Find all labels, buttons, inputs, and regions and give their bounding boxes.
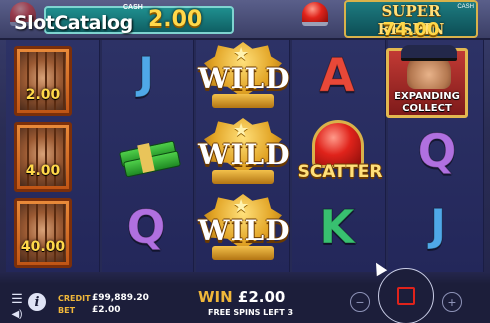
win-label: WIN [198, 288, 233, 306]
super-respin-cash-tag: CASH [457, 4, 474, 10]
top-bar: 2.00 SlotCatalog CASH SUPER RESPIN CASH … [0, 0, 490, 40]
wild-label: WILD [198, 138, 291, 171]
win-display: WIN £2.00 [198, 288, 285, 306]
super-respin-panel: SUPER RESPIN CASH 74.00 [344, 0, 478, 40]
bet-value: £2.00 [92, 305, 121, 315]
watermark-cash-tag: CASH [123, 4, 143, 11]
stop-icon [397, 287, 415, 305]
wild-label: WILD [198, 62, 291, 95]
siren-icon [302, 2, 328, 26]
wild-symbol: ★ WILD [198, 116, 291, 192]
expanding-collect-symbol: EXPANDING COLLECT [386, 45, 468, 118]
spin-stop-button[interactable] [378, 268, 434, 323]
wild-symbol: ★ WILD [198, 40, 291, 116]
collect-label-line2: COLLECT [402, 103, 452, 114]
wild-symbol: ★ WILD [198, 192, 291, 268]
credit-value: £99,889.20 [92, 293, 149, 303]
bet-label: BET [58, 306, 76, 315]
letter-q-symbol: Q [126, 200, 166, 255]
wild-label: WILD [198, 214, 291, 247]
jail-cell-symbol: 2.00 [14, 46, 72, 116]
credit-label: CREDIT [58, 294, 91, 303]
free-spins-left: FREE SPINS LEFT 3 [208, 308, 294, 317]
wild-base [212, 94, 274, 108]
jail-cell-symbol: 40.00 [14, 198, 72, 268]
jail-cell-value: 4.00 [25, 163, 61, 179]
wild-base [212, 246, 274, 260]
sound-icon[interactable]: ◀) [10, 308, 24, 320]
letter-a-symbol: A [319, 48, 356, 103]
increase-bet-button[interactable]: + [442, 292, 462, 312]
wild-base [212, 170, 274, 184]
bet-multiplier-value: 2.00 [148, 7, 203, 32]
letter-q-symbol: Q [417, 124, 457, 179]
letter-j-symbol: J [429, 200, 447, 252]
jail-cell-value: 40.00 [20, 239, 66, 255]
jail-cell-symbol: 4.00 [14, 122, 72, 192]
scatter-label: SCATTER [297, 162, 383, 182]
win-value: £2.00 [237, 288, 286, 306]
letter-k-symbol: K [319, 200, 356, 255]
collect-label-line1: EXPANDING [394, 91, 460, 102]
letter-j-symbol: J [137, 48, 155, 100]
menu-icon[interactable]: ☰ [10, 291, 24, 306]
scatter-symbol: SCATTER [294, 120, 386, 190]
decrease-bet-button[interactable]: − [350, 292, 370, 312]
watermark-logo: SlotCatalog [14, 12, 133, 34]
police-hat-icon [401, 45, 457, 61]
game-stage: 2.00 SlotCatalog CASH SUPER RESPIN CASH … [0, 0, 490, 323]
cash-stack-symbol [118, 136, 182, 180]
super-respin-value: 74.00 [382, 19, 440, 40]
jail-cell-value: 2.00 [25, 87, 61, 103]
siren-icon [312, 120, 364, 168]
info-icon[interactable]: i [28, 293, 46, 311]
